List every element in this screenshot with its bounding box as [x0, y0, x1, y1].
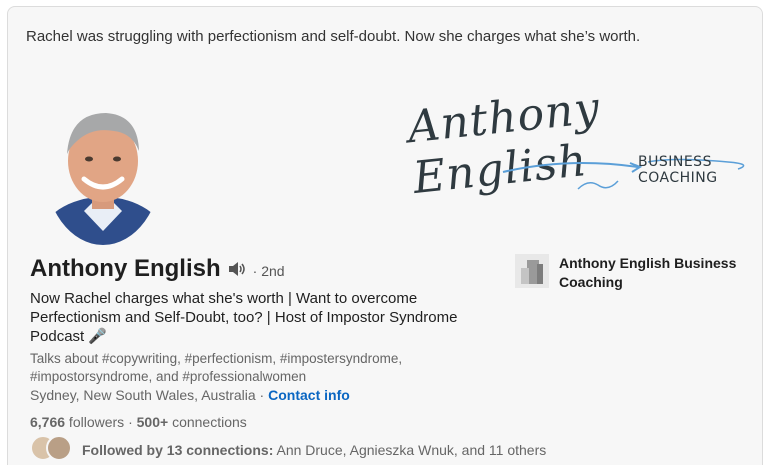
followers-count: 6,766 [30, 414, 66, 430]
followers-label: followers [65, 414, 125, 430]
profile-photo[interactable] [44, 99, 162, 245]
connections-link[interactable]: 500+ connections [137, 414, 247, 430]
stats-separator: · [124, 414, 137, 430]
stats-row: 6,766 followers · 500+ connections [30, 414, 247, 430]
location-row: Sydney, New South Wales, Australia · Con… [30, 387, 350, 403]
connections-count: 500+ [136, 414, 169, 430]
followers-link[interactable]: 6,766 followers [30, 414, 124, 430]
company-name: Anthony English Business Coaching [559, 255, 737, 290]
location: Sydney, New South Wales, Australia [30, 387, 256, 403]
talks-about: Talks about #copywriting, #perfectionism… [30, 351, 403, 384]
mutual-connections-row[interactable]: Followed by 13 connections: Ann Druce, A… [30, 435, 546, 465]
post-tagline: Rachel was struggling with perfectionism… [26, 28, 641, 45]
profile-card: Rachel was struggling with perfectionism… [7, 6, 763, 465]
connections-label: connections [168, 414, 247, 430]
name-row: Anthony English · 2nd [30, 255, 285, 283]
profile-headline: Now Rachel charges what she's worth | Wa… [30, 290, 458, 345]
cover-logo-subtitle: BUSINESS COACHING [638, 154, 718, 186]
followed-by-names: Ann Druce, Agnieszka Wnuk, and 11 others [273, 442, 547, 458]
contact-info-link[interactable]: Contact info [268, 387, 350, 403]
mutual-facepile [30, 435, 74, 465]
speaker-icon[interactable] [227, 261, 247, 282]
company-logo-icon [515, 254, 549, 288]
followed-by-text: Followed by 13 connections: Ann Druce, A… [82, 442, 546, 458]
followed-by-label: Followed by 13 connections: [82, 442, 274, 458]
avatar [44, 113, 162, 245]
profile-name: Anthony English [30, 255, 221, 282]
current-company[interactable]: Anthony English Business Coaching [515, 254, 759, 292]
location-separator: · [255, 387, 269, 403]
avatar [46, 435, 72, 461]
connection-degree: · 2nd [252, 263, 285, 279]
